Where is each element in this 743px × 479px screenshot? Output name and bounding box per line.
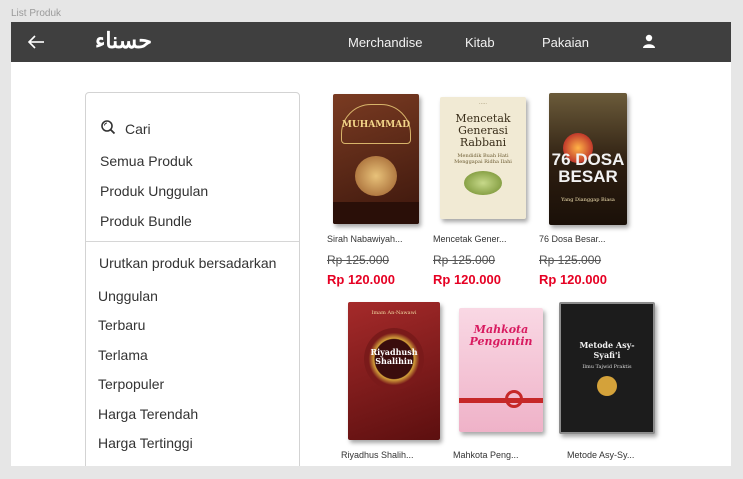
product-name: Metode Asy-Sy... xyxy=(567,450,635,460)
nav-pakaian[interactable]: Pakaian xyxy=(542,35,589,50)
book-cover-image: ····· Mencetak Generasi Rabbani Mendidik… xyxy=(440,97,526,219)
product-price: Rp 120.000 xyxy=(539,272,607,287)
cover-subtitle: Yang Dianggap Biasa xyxy=(561,197,615,203)
cover-badge xyxy=(597,376,617,396)
search-field[interactable]: Cari xyxy=(100,119,151,139)
cover-title: Mencetak Generasi Rabbani xyxy=(455,112,511,149)
back-arrow-icon[interactable] xyxy=(27,33,47,51)
sidebar-divider xyxy=(86,241,299,242)
nav-merchandise[interactable]: Merchandise xyxy=(348,35,422,50)
top-navbar: حسناء Merchandise Kitab Pakaian xyxy=(11,22,731,62)
product-old-price: Rp 125.000 xyxy=(327,253,390,267)
book-cover-image: MUHAMMAD xyxy=(333,94,419,224)
sort-option-newest[interactable]: Terbaru xyxy=(98,317,145,333)
product-old-price: Rp 125.000 xyxy=(433,253,496,267)
sort-heading: Urutkan produk bersadarkan xyxy=(99,255,277,271)
brand-logo[interactable]: حسناء xyxy=(95,28,152,54)
product-old-price: Rp 125.000 xyxy=(539,253,602,267)
nav-kitab[interactable]: Kitab xyxy=(465,35,495,50)
product-name: Mahkota Peng... xyxy=(453,450,519,460)
cover-bow xyxy=(505,390,523,408)
cover-title: 76 DOSA BESAR xyxy=(551,150,625,186)
filter-bundle-products[interactable]: Produk Bundle xyxy=(100,213,192,229)
cover-subtitle: Mendidik Buah Hati Menggapai Ridha Ilahi xyxy=(454,153,512,165)
cover-subtitle: Ilmu Tajwid Praktis xyxy=(582,364,632,370)
book-cover-image: 76 DOSA BESAR Yang Dianggap Biasa xyxy=(549,93,627,225)
filter-all-products[interactable]: Semua Produk xyxy=(100,153,193,169)
cover-title: Metode Asy-Syafi'i xyxy=(579,340,635,360)
sort-option-popular[interactable]: Terpopuler xyxy=(98,376,164,392)
filter-featured-products[interactable]: Produk Unggulan xyxy=(100,183,208,199)
user-account-icon[interactable] xyxy=(642,34,656,48)
cover-dome-illustration xyxy=(355,156,397,196)
cover-sprout-illustration xyxy=(464,171,502,195)
sort-option-lowest-price[interactable]: Harga Terendah xyxy=(98,406,198,422)
cover-author: ····· xyxy=(479,101,487,107)
cover-title: Mahkota Pengantin xyxy=(469,323,533,348)
book-cover-image: Imam An-Nawawi Riyadhush Shalihin xyxy=(348,302,440,440)
frame-label: List Produk xyxy=(11,8,62,19)
product-price: Rp 120.000 xyxy=(327,272,395,287)
sort-option-featured[interactable]: Unggulan xyxy=(98,288,158,304)
book-cover-image: Metode Asy-Syafi'i Ilmu Tajwid Praktis xyxy=(559,302,655,434)
sort-option-highest-price[interactable]: Harga Tertinggi xyxy=(98,435,193,451)
sort-option-oldest[interactable]: Terlama xyxy=(98,347,148,363)
product-name: Riyadhus Shalih... xyxy=(341,450,414,460)
search-label: Cari xyxy=(125,121,151,137)
product-price: Rp 120.000 xyxy=(433,272,501,287)
filter-sidebar: Cari Semua Produk Produk Unggulan Produk… xyxy=(85,92,300,466)
cover-author: Imam An-Nawawi xyxy=(371,310,417,316)
cover-footer-band xyxy=(333,202,419,224)
book-cover-image: Mahkota Pengantin xyxy=(459,308,543,432)
product-name: Sirah Nabawiyah... xyxy=(327,234,403,244)
cover-title: MUHAMMAD xyxy=(341,120,410,130)
cover-ribbon xyxy=(459,398,543,403)
cover-title: Riyadhush Shalihin xyxy=(370,347,418,366)
product-name: Mencetak Gener... xyxy=(433,234,507,244)
search-icon xyxy=(100,119,116,140)
app-window: حسناء Merchandise Kitab Pakaian Cari Sem… xyxy=(11,22,731,466)
product-name: 76 Dosa Besar... xyxy=(539,234,606,244)
